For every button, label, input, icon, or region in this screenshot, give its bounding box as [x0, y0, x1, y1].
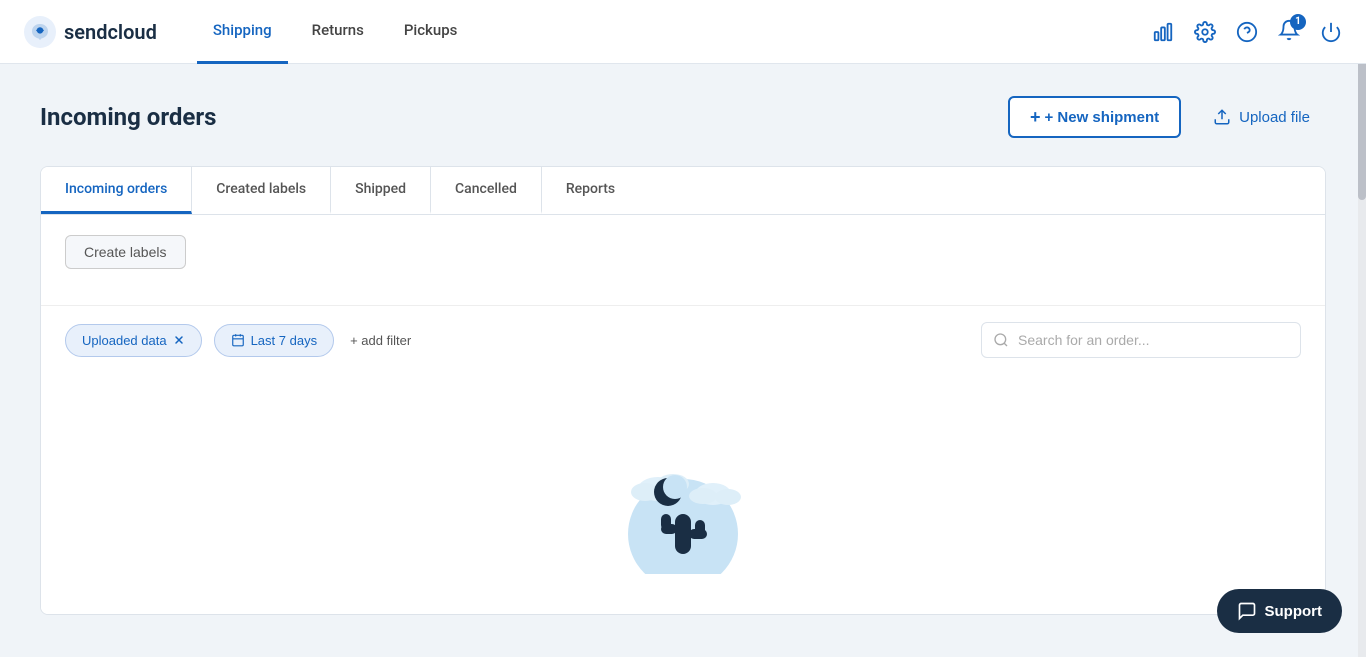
- navbar: sendcloud Shipping Returns Pickups: [0, 0, 1366, 64]
- tab-bar: Incoming orders Created labels Shipped C…: [41, 167, 1325, 215]
- calendar-icon: [231, 333, 245, 347]
- tab-reports[interactable]: Reports: [542, 167, 639, 214]
- nav-links: Shipping Returns Pickups: [197, 0, 474, 64]
- upload-file-label: Upload file: [1239, 109, 1310, 126]
- support-button[interactable]: Support: [1217, 589, 1343, 633]
- help-icon[interactable]: [1236, 21, 1258, 43]
- gear-icon[interactable]: [1194, 21, 1216, 43]
- nav-shipping[interactable]: Shipping: [197, 0, 288, 64]
- tab-container: Incoming orders Created labels Shipped C…: [40, 166, 1326, 615]
- header-actions: + + New shipment Upload file: [1008, 96, 1326, 138]
- new-shipment-label: + New shipment: [1045, 109, 1160, 126]
- upload-icon: [1213, 108, 1231, 126]
- add-filter-button[interactable]: + add filter: [346, 325, 415, 356]
- search-icon: [993, 332, 1009, 348]
- uploaded-data-filter[interactable]: Uploaded data: [65, 324, 202, 357]
- tab-shipped[interactable]: Shipped: [331, 167, 431, 214]
- search-wrapper: [981, 322, 1301, 358]
- logo-icon: [24, 16, 56, 48]
- navbar-right: 1: [1152, 19, 1342, 45]
- nav-pickups[interactable]: Pickups: [388, 0, 474, 64]
- tab-action-bar: Create labels: [41, 215, 1325, 289]
- date-range-label: Last 7 days: [251, 333, 318, 348]
- search-input[interactable]: [981, 322, 1301, 358]
- plus-icon: +: [1030, 108, 1041, 126]
- filter-bar: Uploaded data Last 7 days + add filter: [41, 305, 1325, 374]
- support-label: Support: [1265, 603, 1323, 620]
- main-content: Incoming orders + + New shipment Upload …: [0, 64, 1366, 657]
- close-filter-icon: [173, 334, 185, 346]
- upload-file-button[interactable]: Upload file: [1197, 98, 1326, 136]
- date-range-filter[interactable]: Last 7 days: [214, 324, 335, 357]
- empty-state-illustration: [603, 434, 763, 574]
- new-shipment-button[interactable]: + + New shipment: [1008, 96, 1181, 138]
- power-icon[interactable]: [1320, 21, 1342, 43]
- notification-badge: 1: [1290, 14, 1306, 30]
- page-header: Incoming orders + + New shipment Upload …: [40, 96, 1326, 138]
- tab-cancelled[interactable]: Cancelled: [431, 167, 542, 214]
- logo[interactable]: sendcloud: [24, 16, 157, 48]
- create-labels-button[interactable]: Create labels: [65, 235, 186, 269]
- nav-returns[interactable]: Returns: [296, 0, 380, 64]
- uploaded-data-label: Uploaded data: [82, 333, 167, 348]
- tab-created-labels[interactable]: Created labels: [192, 167, 331, 214]
- support-chat-icon: [1237, 601, 1257, 621]
- scrollbar-track[interactable]: [1358, 0, 1366, 657]
- empty-state: [41, 374, 1325, 614]
- logo-text: sendcloud: [64, 20, 157, 44]
- page-title: Incoming orders: [40, 103, 217, 131]
- notification-wrapper[interactable]: 1: [1278, 19, 1300, 45]
- chart-icon[interactable]: [1152, 21, 1174, 43]
- tab-incoming-orders[interactable]: Incoming orders: [41, 167, 192, 214]
